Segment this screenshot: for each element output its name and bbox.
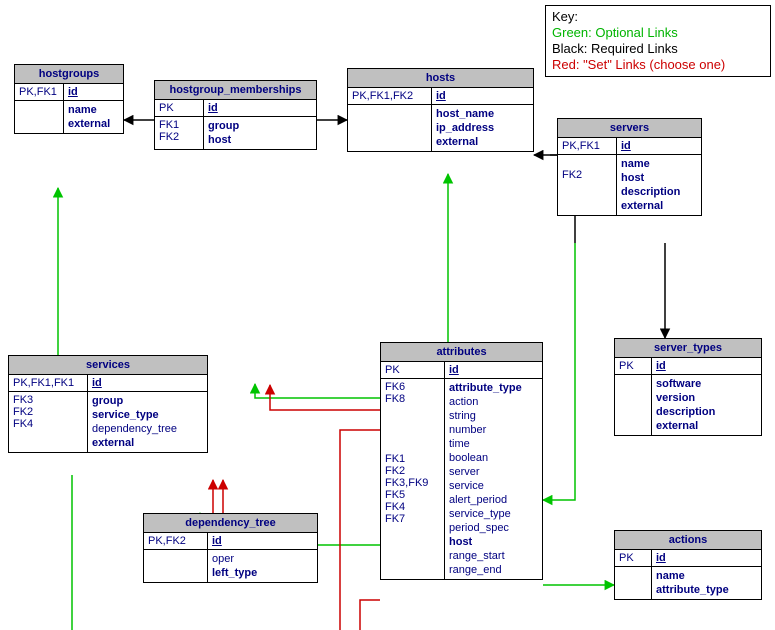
col: id bbox=[92, 377, 102, 389]
col: server bbox=[449, 465, 538, 479]
col: service bbox=[449, 479, 538, 493]
table-servers: servers PK,FK1 id FK2 name host descript… bbox=[557, 118, 702, 216]
col: id bbox=[436, 90, 446, 102]
col: description bbox=[656, 405, 757, 419]
col: left_type bbox=[212, 566, 313, 580]
col: period_spec bbox=[449, 521, 538, 535]
key: PK bbox=[619, 552, 634, 564]
col: range_end bbox=[449, 563, 538, 577]
col: external bbox=[68, 117, 119, 131]
caption: attributes bbox=[381, 343, 543, 362]
caption: dependency_tree bbox=[144, 514, 318, 533]
key: PK bbox=[619, 360, 634, 372]
key: FK2 bbox=[159, 131, 199, 143]
key: PK,FK1,FK1 bbox=[13, 377, 74, 389]
col: range_start bbox=[449, 549, 538, 563]
col: host bbox=[449, 535, 538, 549]
col: name bbox=[656, 569, 757, 583]
col: id bbox=[212, 535, 222, 547]
key: FK1 bbox=[385, 453, 440, 465]
key: FK4 bbox=[385, 501, 440, 513]
key: PK,FK2 bbox=[148, 535, 186, 547]
col: description bbox=[621, 185, 697, 199]
table-hosts: hosts PK,FK1,FK2 id host_name ip_address… bbox=[347, 68, 534, 152]
key: FK8 bbox=[385, 393, 440, 405]
col: software bbox=[656, 377, 757, 391]
key: PK,FK1 bbox=[19, 86, 57, 98]
col: external bbox=[656, 419, 757, 433]
col: dependency_tree bbox=[92, 422, 203, 436]
col: service_type bbox=[449, 507, 538, 521]
col: host bbox=[621, 171, 697, 185]
key: FK5 bbox=[385, 489, 440, 501]
col: group bbox=[92, 394, 203, 408]
key: PK,FK1 bbox=[562, 140, 600, 152]
col: host_name bbox=[436, 107, 529, 121]
col: number bbox=[449, 423, 538, 437]
col: time bbox=[449, 437, 538, 451]
table-hostgroup-memberships: hostgroup_memberships PK id FK1 FK2 grou… bbox=[154, 80, 317, 150]
key: PK bbox=[385, 364, 400, 376]
col: external bbox=[92, 436, 203, 450]
col: host bbox=[208, 133, 312, 147]
col: name bbox=[68, 103, 119, 117]
col: attribute_type bbox=[656, 583, 757, 597]
col: ip_address bbox=[436, 121, 529, 135]
col: external bbox=[436, 135, 529, 149]
col: service_type bbox=[92, 408, 203, 422]
col: id bbox=[656, 360, 666, 372]
col: id bbox=[449, 364, 459, 376]
table-server-types: server_types PK id software version desc… bbox=[614, 338, 762, 436]
table-services: services PK,FK1,FK1 id FK3 FK2 FK4 group… bbox=[8, 355, 208, 453]
caption: actions bbox=[615, 531, 762, 550]
caption: hostgroups bbox=[15, 65, 124, 84]
caption: servers bbox=[558, 119, 702, 138]
key: FK4 bbox=[13, 418, 83, 430]
col: external bbox=[621, 199, 697, 213]
col: name bbox=[621, 157, 697, 171]
key: FK1 bbox=[159, 119, 199, 131]
col: boolean bbox=[449, 451, 538, 465]
key: FK7 bbox=[385, 513, 440, 525]
col: string bbox=[449, 409, 538, 423]
key: FK3 bbox=[13, 394, 83, 406]
legend-required: Black: Required Links bbox=[552, 41, 764, 57]
col: id bbox=[621, 140, 631, 152]
col: id bbox=[208, 102, 218, 114]
legend-title: Key: bbox=[552, 9, 764, 25]
legend-set: Red: "Set" Links (choose one) bbox=[552, 57, 764, 73]
key: FK2 bbox=[562, 169, 612, 181]
col: alert_period bbox=[449, 493, 538, 507]
col: attribute_type bbox=[449, 381, 538, 395]
col: action bbox=[449, 395, 538, 409]
legend: Key: Green: Optional Links Black: Requir… bbox=[545, 5, 771, 77]
legend-optional: Green: Optional Links bbox=[552, 25, 764, 41]
col: id bbox=[656, 552, 666, 564]
caption: hosts bbox=[348, 69, 534, 88]
key: FK2 bbox=[385, 465, 440, 477]
col: id bbox=[68, 86, 78, 98]
col: group bbox=[208, 119, 312, 133]
key: PK,FK1,FK2 bbox=[352, 90, 413, 102]
caption: server_types bbox=[615, 339, 762, 358]
key: FK3,FK9 bbox=[385, 477, 440, 489]
table-dependency-tree: dependency_tree PK,FK2 id oper left_type bbox=[143, 513, 318, 583]
key: FK6 bbox=[385, 381, 440, 393]
caption: services bbox=[9, 356, 208, 375]
col: oper bbox=[212, 552, 313, 566]
table-actions: actions PK id name attribute_type bbox=[614, 530, 762, 600]
table-attributes: attributes PK id FK6 FK8 FK1 FK2 FK3,FK9… bbox=[380, 342, 543, 580]
key: FK2 bbox=[13, 406, 83, 418]
col: version bbox=[656, 391, 757, 405]
caption: hostgroup_memberships bbox=[155, 81, 317, 100]
table-hostgroups: hostgroups PK,FK1 id name external bbox=[14, 64, 124, 134]
key: PK bbox=[159, 102, 174, 114]
